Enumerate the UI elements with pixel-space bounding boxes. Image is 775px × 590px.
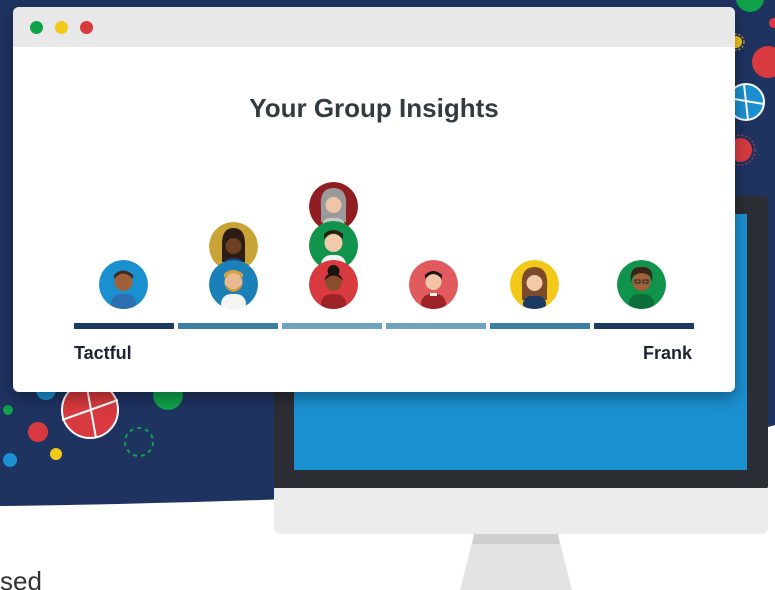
window-titlebar <box>13 7 735 47</box>
illustration-stage: sed Your Group Insights Tactful Frank <box>0 0 775 590</box>
page-title: Your Group Insights <box>249 93 499 123</box>
scale-segment-4 <box>386 323 486 329</box>
insights-window: Your Group Insights Tactful Frank <box>13 7 735 392</box>
member-avatar <box>409 260 458 309</box>
monitor-stand <box>460 534 572 590</box>
scale-segment-6 <box>594 323 694 329</box>
member-avatar <box>209 260 258 309</box>
window-dot-red <box>80 21 93 34</box>
scale-segment-3 <box>282 323 382 329</box>
member-avatar <box>617 260 666 309</box>
scale-right-label: Frank <box>642 343 692 363</box>
monitor-chin <box>274 488 768 534</box>
scale-left-label: Tactful <box>74 343 132 363</box>
footer-partial-text: sed <box>0 566 42 590</box>
window-dot-green <box>30 21 43 34</box>
member-avatar <box>99 260 148 309</box>
scale-segment-2 <box>178 323 278 329</box>
member-avatar <box>309 260 358 309</box>
scale-segment-5 <box>490 323 590 329</box>
window-dot-yellow <box>55 21 68 34</box>
member-avatar <box>510 260 559 309</box>
scale-segment-1 <box>74 323 174 329</box>
